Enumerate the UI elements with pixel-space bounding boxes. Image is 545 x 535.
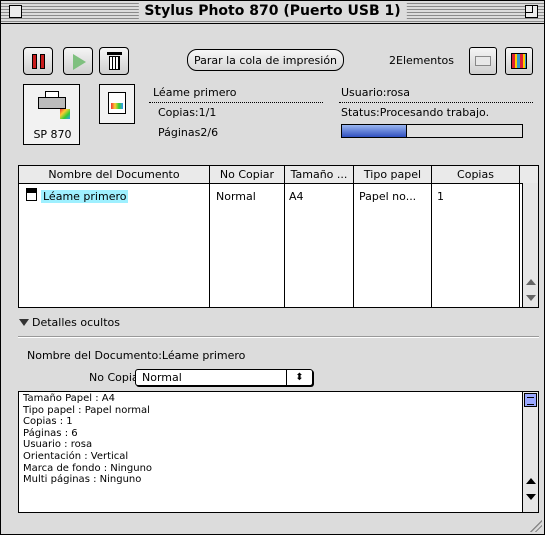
row-document-name[interactable]: Léame primero	[41, 190, 129, 203]
window-title: Stylus Photo 870 (Puerto USB 1)	[138, 3, 407, 19]
job-queue-table[interactable]: Nombre del Documento No Copiar Tamaño ..…	[18, 165, 539, 308]
property-line: Orientación : Vertical	[23, 450, 129, 462]
scroll-up-arrow-icon[interactable]	[526, 478, 536, 484]
ink-icon	[511, 53, 527, 69]
element-count: 2Elementos	[389, 54, 455, 67]
scroll-down-arrow-icon[interactable]	[526, 295, 536, 301]
job-properties-list[interactable]: Tamaño Papel : A4 Tipo papel : Papel norm…	[18, 391, 539, 513]
row-copies: 1	[437, 190, 444, 203]
row-size: A4	[289, 190, 304, 203]
properties-scrollbar[interactable]	[522, 392, 538, 512]
updown-arrows-icon: ⬍	[286, 370, 312, 385]
pause-button[interactable]	[23, 47, 53, 75]
property-line: Usuario : rosa	[23, 439, 93, 451]
scroll-up-arrow-icon[interactable]	[526, 279, 536, 285]
divider	[149, 102, 323, 103]
table-row[interactable]: Léame primero	[41, 190, 129, 203]
ink-levels-button[interactable]	[505, 47, 533, 75]
printer-icon	[38, 91, 70, 119]
printer-gray-icon	[475, 56, 491, 66]
no-copy-select-value: Normal	[142, 371, 182, 384]
row-no-copy: Normal	[216, 190, 256, 203]
properties-text: Tamaño Papel : A4 Tipo papel : Papel norm…	[23, 393, 152, 486]
progress-bar	[341, 124, 523, 138]
title-bar[interactable]: Stylus Photo 870 (Puerto USB 1)	[1, 1, 544, 24]
document-name: Léame primero	[153, 86, 237, 99]
scroll-down-arrow-icon[interactable]	[526, 494, 536, 500]
zoom-box-icon[interactable]	[525, 5, 538, 18]
column-header-copies[interactable]: Copias	[432, 166, 520, 183]
pages-info: Páginas2/6	[158, 126, 219, 139]
detail-document-name: Nombre del Documento:Léame primero	[27, 349, 246, 362]
printer-status-button[interactable]	[469, 47, 497, 75]
disclosure-triangle-icon[interactable]	[19, 319, 29, 326]
document-icon	[26, 188, 37, 201]
play-icon	[73, 54, 86, 70]
property-line: Tamaño Papel : A4	[23, 393, 116, 404]
copies-info: Copias:1/1	[158, 106, 217, 119]
job-info-panel: SP 870 Léame primero Copias:1/1 Páginas2…	[23, 84, 541, 150]
status-info: Status:Procesando trabajo.	[341, 106, 490, 119]
delete-job-button[interactable]	[99, 47, 129, 75]
table-scrollbar[interactable]	[522, 183, 538, 307]
progress-fill	[342, 125, 407, 137]
property-line: Páginas : 6	[23, 427, 78, 439]
column-header-size[interactable]: Tamaño ...	[285, 166, 354, 183]
printer-box: SP 870	[23, 84, 80, 145]
printer-name: SP 870	[33, 128, 72, 141]
column-header-document-name[interactable]: Nombre del Documento	[19, 166, 210, 183]
stop-queue-button[interactable]: Parar la cola de impresión	[187, 49, 344, 71]
property-line: Marca de fondo : Ninguno	[23, 462, 153, 474]
no-copy-select[interactable]: Normal ⬍	[135, 369, 313, 386]
property-line: Multi páginas : Ninguno	[23, 474, 142, 486]
divider	[18, 336, 539, 338]
table-header: Nombre del Documento No Copiar Tamaño ..…	[19, 166, 538, 184]
column-header-no-copy[interactable]: No Copiar	[210, 166, 285, 183]
row-paper-type: Papel no...	[359, 190, 417, 203]
resume-button[interactable]	[63, 47, 93, 75]
divider	[339, 102, 533, 103]
trash-icon	[107, 52, 122, 70]
property-line: Copias : 1	[23, 416, 73, 428]
print-monitor-window: Stylus Photo 870 (Puerto USB 1) Parar la…	[0, 0, 545, 535]
close-box-icon[interactable]	[9, 5, 22, 18]
details-toggle[interactable]: Detalles ocultos	[32, 316, 120, 329]
property-line: Tipo papel : Papel normal	[23, 404, 150, 416]
scroll-thumb[interactable]	[524, 393, 537, 407]
pause-icon	[32, 54, 45, 69]
document-icon	[108, 92, 126, 114]
resize-grip-icon[interactable]	[530, 520, 542, 532]
user-info: Usuario:rosa	[341, 86, 410, 99]
document-box	[99, 84, 135, 124]
column-header-paper-type[interactable]: Tipo papel	[354, 166, 432, 183]
